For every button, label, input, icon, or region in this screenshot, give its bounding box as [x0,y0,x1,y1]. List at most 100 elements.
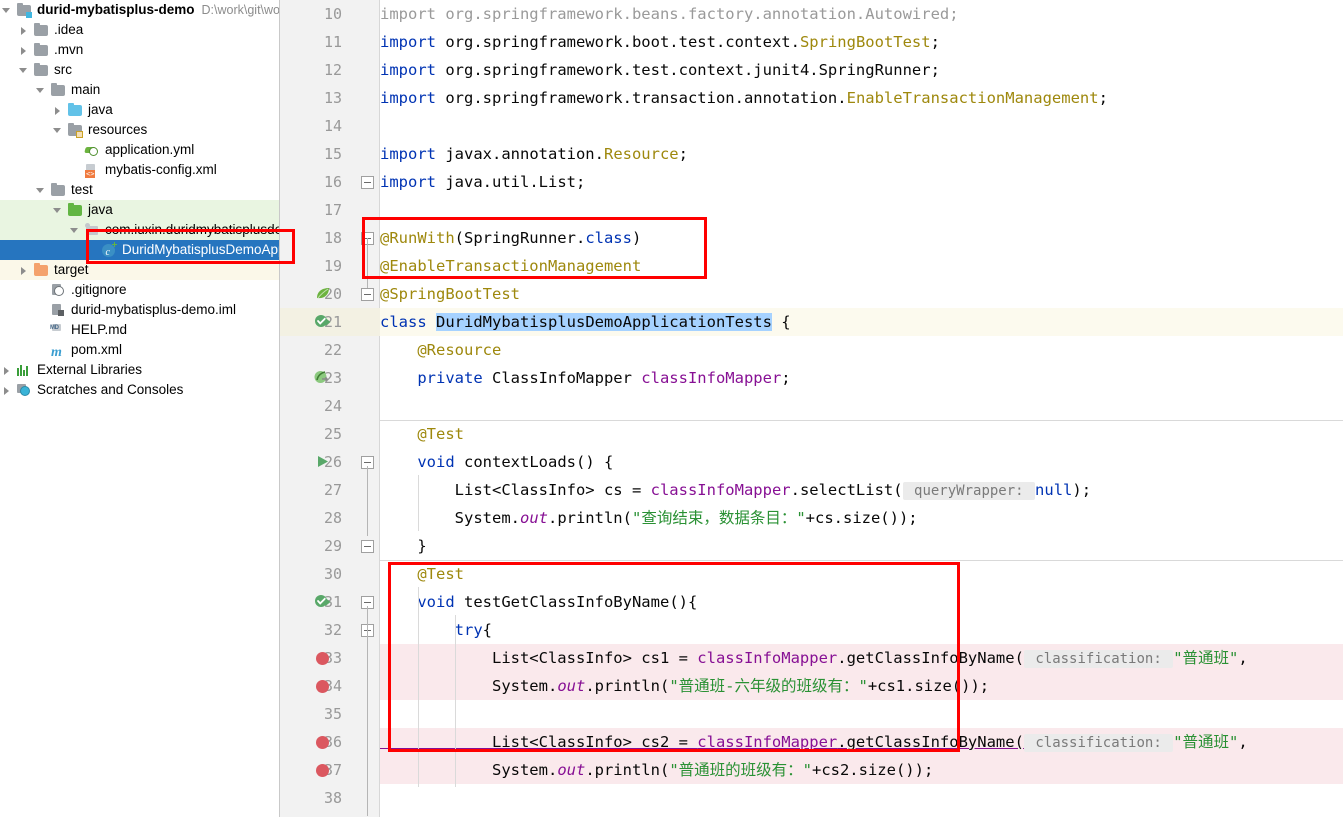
code-line-28[interactable]: 28 System.out.println("查询结束，数据条目："+cs.si… [280,504,1343,532]
code-text[interactable]: @Test [380,560,464,588]
code-text[interactable]: import java.util.List; [380,168,585,196]
code-line-22[interactable]: 22 @Resource [280,336,1343,364]
code-text[interactable]: System.out.println("查询结束，数据条目："+cs.size(… [380,504,918,532]
code-text[interactable]: @SpringBootTest [380,280,520,308]
tree-item-com-iuxin-duridmybatisplusdem[interactable]: com.iuxin.duridmybatisplusdem [0,220,279,240]
code-line-21[interactable]: 21 class DuridMybatisplusDemoApplicationT… [280,308,1343,336]
code-text[interactable]: try{ [380,616,492,644]
chevron-down-icon[interactable] [2,5,13,16]
spring-bean-leaf-icon[interactable] [314,280,334,308]
fold-end-icon[interactable] [361,176,374,189]
code-line-20[interactable]: 20 @SpringBootTest [280,280,1343,308]
tree-item-idea[interactable]: .idea [0,20,279,40]
code-line-34[interactable]: 34 System.out.println("普通班-六年级的班级有："+cs1… [280,672,1343,700]
tree-item-duridmybatisplusdemoappl[interactable]: DuridMybatisplusDemoAppl [0,240,279,263]
code-text[interactable]: class DuridMybatisplusDemoApplicationTes… [380,308,791,336]
run-test-method-icon[interactable] [314,448,334,476]
chevron-down-icon[interactable] [53,125,64,136]
code-text[interactable]: List<ClassInfo> cs = classInfoMapper.sel… [380,476,1091,505]
tree-item-durid-mybatisplus-demo[interactable]: durid-mybatisplus-demo D:\work\git\wor [0,0,279,20]
code-editor[interactable]: 10 import org.springframework.beans.facto… [280,0,1343,817]
code-line-23[interactable]: 23 private ClassInfoMapper classInfoMapp… [280,364,1343,392]
code-lines[interactable]: 10 import org.springframework.beans.facto… [280,0,1343,812]
spring-bean-autowire-icon[interactable] [314,364,334,392]
run-test-class-icon[interactable] [314,308,334,336]
project-tree[interactable]: durid-mybatisplus-demo D:\work\git\wor .id… [0,0,279,400]
code-line-27[interactable]: 27 List<ClassInfo> cs = classInfoMapper.… [280,476,1343,504]
tree-item-main[interactable]: main [0,80,279,100]
code-line-35[interactable]: 35 [280,700,1343,728]
tree-item-external-libraries[interactable]: External Libraries [0,360,279,380]
code-line-13[interactable]: 13 import org.springframework.transaction… [280,84,1343,112]
chevron-right-icon[interactable] [19,265,30,276]
chevron-down-icon[interactable] [36,85,47,96]
fold-collapse-icon[interactable] [361,288,374,301]
tree-item-mybatis-config-xml[interactable]: mybatis-config.xml [0,160,279,180]
run-test-method-icon-2[interactable] [314,588,334,616]
code-text[interactable]: List<ClassInfo> cs2 = classInfoMapper.ge… [380,728,1257,757]
code-line-33[interactable]: 33 List<ClassInfo> cs1 = classInfoMapper… [280,644,1343,672]
code-line-17[interactable]: 17 [280,196,1343,224]
breakpoint-icon[interactable] [314,728,334,756]
breakpoint-icon[interactable] [314,644,334,672]
tree-item-durid-mybatisplus-demo-iml[interactable]: durid-mybatisplus-demo.iml [0,300,279,320]
code-text[interactable]: import org.springframework.beans.factory… [380,0,959,28]
code-text[interactable]: private ClassInfoMapper classInfoMapper; [380,364,790,392]
code-text[interactable]: import org.springframework.transaction.a… [380,84,1108,112]
code-line-26[interactable]: 26 void contextLoads() { [280,448,1343,476]
fold-collapse-icon[interactable] [361,540,374,553]
tree-item-target[interactable]: target [0,260,279,280]
code-line-36[interactable]: 36 List<ClassInfo> cs2 = classInfoMapper… [280,728,1343,756]
code-line-32[interactable]: 32 try{ [280,616,1343,644]
code-line-14[interactable]: 14 [280,112,1343,140]
code-line-15[interactable]: 15 import javax.annotation.Resource; [280,140,1343,168]
code-line-24[interactable]: 24 [280,392,1343,420]
code-line-25[interactable]: 25 @Test [280,420,1343,448]
code-text[interactable]: void testGetClassInfoByName(){ [380,588,697,616]
code-text[interactable]: import org.springframework.boot.test.con… [380,28,940,56]
chevron-right-icon[interactable] [53,105,64,116]
code-text[interactable]: System.out.println("普通班-六年级的班级有："+cs1.si… [380,672,989,700]
chevron-down-icon[interactable] [19,65,30,76]
code-text[interactable]: } [380,532,426,560]
tree-item-src[interactable]: src [0,60,279,80]
chevron-down-icon[interactable] [53,205,64,216]
tree-item-java[interactable]: java [0,200,279,220]
tree-item-resources[interactable]: resources [0,120,279,140]
tree-item-test[interactable]: test [0,180,279,200]
code-text[interactable]: import javax.annotation.Resource; [380,140,688,168]
tree-item-mvn[interactable]: .mvn [0,40,279,60]
code-line-31[interactable]: 31 void testGetClassInfoByName(){ [280,588,1343,616]
code-line-18[interactable]: 18 @RunWith(SpringRunner.class) [280,224,1343,252]
code-text[interactable]: @RunWith(SpringRunner.class) [380,224,641,252]
code-text[interactable]: System.out.println("普通班的班级有："+cs2.size()… [380,756,933,784]
code-line-19[interactable]: 19 @EnableTransactionManagement [280,252,1343,280]
project-tool-window[interactable]: durid-mybatisplus-demo D:\work\git\wor .id… [0,0,280,817]
code-line-11[interactable]: 11 import org.springframework.boot.test.c… [280,28,1343,56]
code-text[interactable]: List<ClassInfo> cs1 = classInfoMapper.ge… [380,644,1257,673]
chevron-down-icon[interactable] [36,185,47,196]
tree-item-application-yml[interactable]: application.yml [0,140,279,160]
chevron-right-icon[interactable] [2,365,13,376]
chevron-down-icon[interactable] [70,225,81,236]
tree-item-gitignore[interactable]: .gitignore [0,280,279,300]
code-text[interactable]: void contextLoads() { [380,448,613,476]
tree-item-pom-xml[interactable]: m pom.xml [0,340,279,360]
chevron-right-icon[interactable] [19,45,30,56]
tree-item-help-md[interactable]: HELP.md [0,318,279,340]
chevron-right-icon[interactable] [19,25,30,36]
tree-item-scratches-and-consoles[interactable]: Scratches and Consoles [0,380,279,400]
code-line-38[interactable]: 38 [280,784,1343,812]
code-line-16[interactable]: 16 import java.util.List; [280,168,1343,196]
code-line-29[interactable]: 29 } [280,532,1343,560]
code-line-10[interactable]: 10 import org.springframework.beans.facto… [280,0,1343,28]
code-text[interactable]: @Resource [380,336,501,364]
code-line-30[interactable]: 30 @Test [280,560,1343,588]
code-text[interactable]: @EnableTransactionManagement [380,252,641,280]
breakpoint-icon[interactable] [314,672,334,700]
breakpoint-icon[interactable] [314,756,334,784]
code-text[interactable]: @Test [380,420,464,448]
tree-item-java[interactable]: java [0,100,279,120]
code-line-37[interactable]: 37 System.out.println("普通班的班级有："+cs2.siz… [280,756,1343,784]
code-line-12[interactable]: 12 import org.springframework.test.contex… [280,56,1343,84]
